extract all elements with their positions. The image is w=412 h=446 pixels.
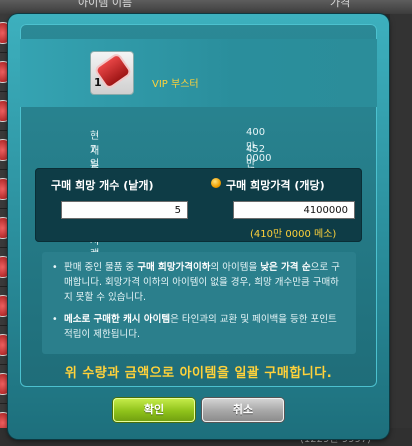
bulk-purchase-dialog: 1 VIP 부스터 현재 등록 개당 최저가 : 400만 0000 메소 7일… <box>8 14 389 439</box>
price-input[interactable]: 4100000 <box>233 201 355 219</box>
header-item-name[interactable]: 아이템 이름 <box>78 0 132 8</box>
purchase-input-panel: 구매 희망 개수 (낱개) 구매 희망가격 (개당) 5 4100000 (41… <box>35 168 362 242</box>
cancel-button[interactable]: 취소 <box>202 398 284 422</box>
item-count: 1 <box>94 76 102 89</box>
notice-item: • 판매 중인 물품 중 구매 희망가격이하의 아이템을 낮은 가격 순으로 구… <box>52 262 340 303</box>
dialog-body: 1 VIP 부스터 현재 등록 개당 최저가 : 400만 0000 메소 7일… <box>20 24 377 387</box>
notice-box: • 판매 중인 물품 중 구매 희망가격이하의 아이템을 낮은 가격 순으로 구… <box>42 252 356 354</box>
list-header: 아이템 이름 가격 <box>0 0 412 14</box>
quantity-input[interactable]: 5 <box>61 201 188 219</box>
notice-item: • 메소로 구매한 캐시 아이템은 타인과의 교환 및 페이백을 등한 포인트 … <box>52 314 337 340</box>
price-in-meso-note: (410만 0000 메소) <box>250 229 337 240</box>
confirm-button[interactable]: 확인 <box>113 398 195 422</box>
radio-selected-icon[interactable] <box>211 178 221 188</box>
quantity-title: 구매 희망 개수 (낱개) <box>51 179 154 192</box>
confirm-message: 위 수량과 금액으로 아이템을 일괄 구매합니다. <box>64 366 333 381</box>
list-scrollbar[interactable] <box>390 14 412 446</box>
price-title: 구매 희망가격 (개당) <box>226 179 325 192</box>
item-name: VIP 부스터 <box>152 79 199 90</box>
header-price[interactable]: 가격 <box>330 0 350 8</box>
vip-booster-ticket-icon: 1 <box>90 51 134 95</box>
item-info-box: 1 <box>20 39 377 107</box>
